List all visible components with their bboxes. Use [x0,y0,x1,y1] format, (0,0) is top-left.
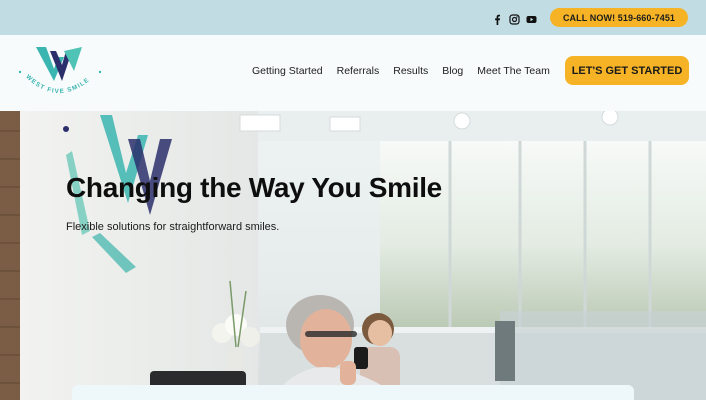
call-now-button[interactable]: CALL NOW! 519-660-7451 [550,8,688,27]
nav-results[interactable]: Results [393,65,428,77]
site-header: WEST FIVE SMILE Getting Started Referral… [0,35,706,111]
top-bar: CALL NOW! 519-660-7451 [0,0,706,35]
nav-referrals[interactable]: Referrals [337,65,380,77]
instagram-icon[interactable] [509,12,520,25]
nav-meet-the-team[interactable]: Meet The Team [477,65,550,77]
hero-title: Changing the Way You Smile [66,172,442,203]
youtube-icon[interactable] [526,12,537,23]
hero-background-image [0,111,706,400]
site-logo[interactable]: WEST FIVE SMILE [14,43,104,103]
social-links [492,12,537,25]
hero-bottom-card [72,385,634,400]
nav-blog[interactable]: Blog [442,65,463,77]
facebook-icon[interactable] [492,12,503,25]
hero-section: Changing the Way You Smile Flexible solu… [0,111,706,400]
svg-text:WEST FIVE SMILE: WEST FIVE SMILE [24,73,91,95]
main-nav: Getting Started Referrals Results Blog M… [252,65,550,77]
nav-getting-started[interactable]: Getting Started [252,65,323,77]
get-started-button[interactable]: LET'S GET STARTED [565,56,689,85]
hero-subtitle: Flexible solutions for straightforward s… [66,221,280,233]
